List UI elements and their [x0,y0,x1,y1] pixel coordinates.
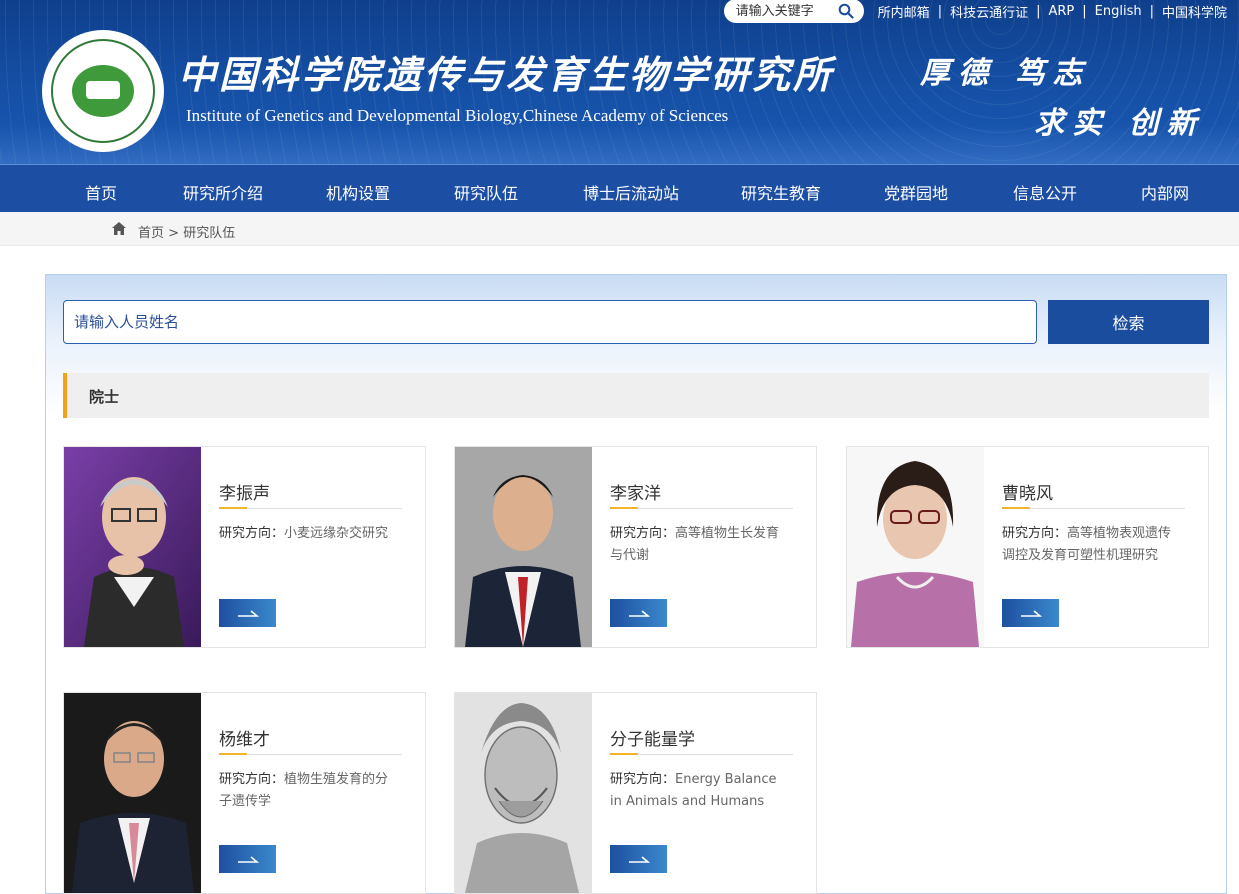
name-divider [610,507,793,509]
breadcrumb-separator: > [168,226,180,241]
view-detail-button[interactable] [219,845,276,873]
search-button[interactable]: 检索 [1048,300,1209,344]
person-name[interactable]: 杨维才 [219,725,270,750]
arrow-right-icon [237,856,259,863]
breadcrumb-trail: 首页 > 研究队伍 [138,222,235,241]
separator: | [937,3,943,19]
direction-text: 小麦远缘杂交研究 [284,526,389,541]
motto-line-1: 厚德 笃志 [920,56,1091,91]
view-detail-button[interactable] [610,599,667,627]
person-card: 杨维才 研究方向：植物生殖发育的分子遗传学 [63,692,426,894]
person-direction: 研究方向：植物生殖发育的分子遗传学 [219,769,399,813]
arrow-right-icon [1020,610,1042,617]
nav-graduate-education[interactable]: 研究生教育 [741,180,821,204]
content-panel: 检索 院士 李振声 研究方向：小麦远缘杂交研究 [45,274,1227,894]
nav-info-disclosure[interactable]: 信息公开 [1013,180,1077,204]
person-direction: 研究方向：高等植物生长发育与代谢 [610,523,790,567]
person-name-search-input[interactable] [63,300,1037,344]
direction-label: 研究方向： [219,526,285,541]
person-direction: 研究方向：Energy Balance in Animals and Human… [610,769,790,813]
link-english[interactable]: English [1095,4,1142,19]
arrow-right-icon [237,610,259,617]
site-title-en: Institute of Genetics and Developmental … [186,106,729,125]
separator: | [1036,3,1041,19]
separator: | [1149,3,1154,19]
institute-logo[interactable] [42,30,164,152]
link-arp[interactable]: ARP [1048,4,1074,19]
person-direction: 研究方向：高等植物表观遗传调控及发育可塑性机理研究 [1002,523,1182,567]
site-search-box [723,0,864,23]
name-divider [1002,507,1185,509]
nav-about[interactable]: 研究所介绍 [183,180,263,204]
person-photo[interactable] [64,447,201,647]
person-card: 李家洋 研究方向：高等植物生长发育与代谢 [454,446,817,648]
name-divider [219,753,402,755]
person-photo[interactable] [455,693,592,893]
view-detail-button[interactable] [610,845,667,873]
person-photo[interactable] [455,447,592,647]
breadcrumb: 首页 > 研究队伍 [0,212,1239,246]
name-divider [610,753,793,755]
logo-ring [51,39,155,143]
main-nav: 首页 研究所介绍 机构设置 研究队伍 博士后流动站 研究生教育 党群园地 信息公… [0,164,1239,212]
person-direction: 研究方向：小麦远缘杂交研究 [219,523,399,545]
nav-research-team[interactable]: 研究队伍 [454,180,518,204]
nav-intranet[interactable]: 内部网 [1141,180,1189,204]
nav-home[interactable]: 首页 [85,180,117,204]
view-detail-button[interactable] [1002,599,1059,627]
link-mail[interactable]: 所内邮箱 [878,2,930,21]
person-card: 分子能量学 研究方向：Energy Balance in Animals and… [454,692,817,894]
breadcrumb-home[interactable]: 首页 [138,226,164,241]
person-name[interactable]: 曹晓风 [1002,479,1053,504]
view-detail-button[interactable] [219,599,276,627]
direction-label: 研究方向： [610,526,676,541]
link-passport[interactable]: 科技云通行证 [950,2,1028,21]
link-cas[interactable]: 中国科学院 [1162,2,1227,21]
person-photo[interactable] [64,693,201,893]
home-icon [112,222,126,235]
person-card: 李振声 研究方向：小麦远缘杂交研究 [63,446,426,648]
person-name[interactable]: 李振声 [219,479,270,504]
name-divider [219,507,402,509]
separator: | [1082,3,1087,19]
nav-party[interactable]: 党群园地 [884,180,948,204]
site-search-input[interactable] [735,3,831,19]
breadcrumb-current: 研究队伍 [183,226,236,241]
direction-label: 研究方向： [219,772,285,787]
logo-emblem-icon [72,65,134,117]
person-name[interactable]: 李家洋 [610,479,661,504]
motto-line-2: 求实 创新 [1034,106,1205,141]
nav-departments[interactable]: 机构设置 [326,180,390,204]
person-photo[interactable] [847,447,984,647]
arrow-right-icon [628,856,650,863]
nav-postdoc[interactable]: 博士后流动站 [583,180,679,204]
search-icon[interactable] [838,3,854,19]
direction-label: 研究方向： [1002,526,1068,541]
person-card: 曹晓风 研究方向：高等植物表观遗传调控及发育可塑性机理研究 [846,446,1209,648]
top-utility-bar: 所内邮箱 | 科技云通行证 | ARP | English | 中国科学院 [723,0,1227,23]
arrow-right-icon [628,610,650,617]
site-title-cn: 中国科学院遗传与发育生物学研究所 [178,52,835,97]
person-name[interactable]: 分子能量学 [610,725,695,750]
site-header: 所内邮箱 | 科技云通行证 | ARP | English | 中国科学院 中国… [0,0,1239,164]
section-title: 院士 [63,373,1209,418]
direction-label: 研究方向： [610,772,676,787]
